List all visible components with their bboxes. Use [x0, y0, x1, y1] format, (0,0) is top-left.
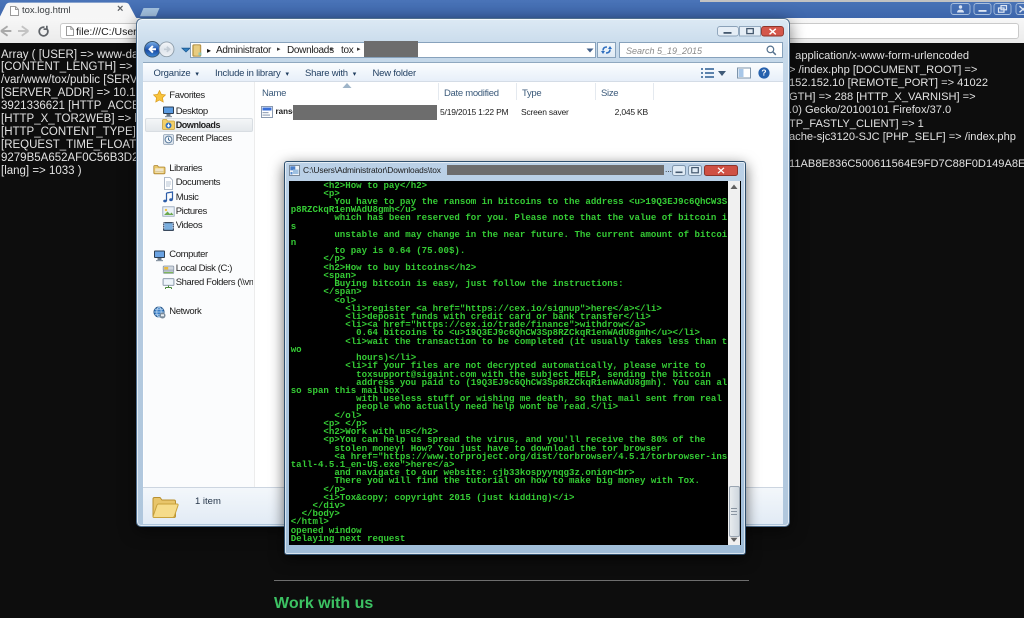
svg-text:?: ? — [761, 67, 766, 77]
